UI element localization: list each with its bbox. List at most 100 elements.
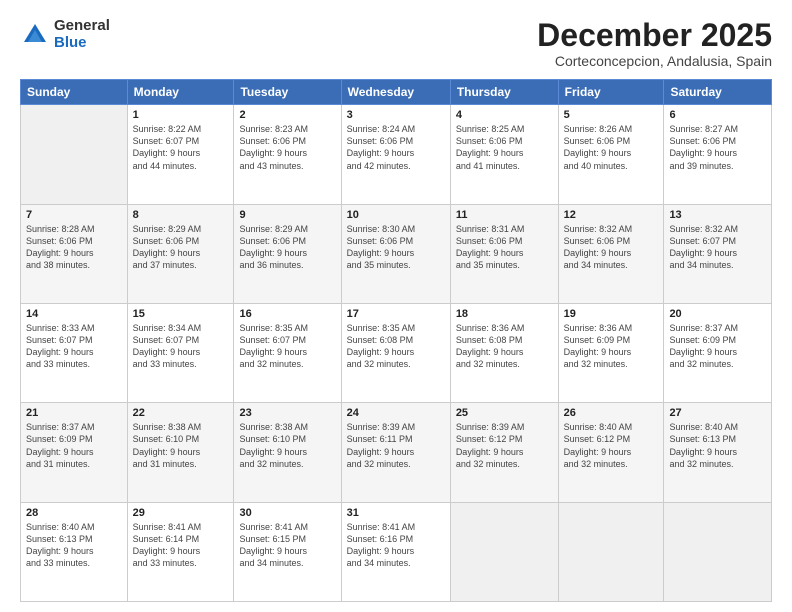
calendar-cell: 12 Sunrise: 8:32 AM Sunset: 6:06 PM Dayli… (558, 204, 664, 303)
column-header-thursday: Thursday (450, 80, 558, 105)
day-number: 30 (239, 507, 335, 519)
day-number: 6 (669, 109, 766, 121)
calendar-cell: 15 Sunrise: 8:34 AM Sunset: 6:07 PM Dayli… (127, 303, 234, 402)
day-number: 22 (133, 407, 229, 419)
day-number: 21 (26, 407, 122, 419)
calendar-cell: 8Sunrise: 8:29 AM Sunset: 6:06 PM Daylig… (127, 204, 234, 303)
column-header-sunday: Sunday (21, 80, 128, 105)
calendar-cell: 5 Sunrise: 8:26 AM Sunset: 6:06 PM Daylig… (558, 105, 664, 204)
day-info: Sunrise: 8:24 AM Sunset: 6:06 PM Dayligh… (347, 123, 445, 172)
calendar-cell: 17 Sunrise: 8:35 AM Sunset: 6:08 PM Dayli… (341, 303, 450, 402)
column-header-monday: Monday (127, 80, 234, 105)
header: General Blue December 2025 Corteconcepci… (20, 18, 772, 69)
day-number: 2 (239, 109, 335, 121)
day-info: Sunrise: 8:41 AM Sunset: 6:14 PM Dayligh… (133, 521, 229, 570)
day-number: 20 (669, 308, 766, 320)
day-number: 11 (456, 209, 553, 221)
calendar-cell: 22 Sunrise: 8:38 AM Sunset: 6:10 PM Dayli… (127, 403, 234, 502)
calendar-cell: 23Sunrise: 8:38 AM Sunset: 6:10 PM Dayli… (234, 403, 341, 502)
calendar-cell: 30Sunrise: 8:41 AM Sunset: 6:15 PM Dayli… (234, 502, 341, 601)
day-number: 15 (133, 308, 229, 320)
calendar-header-row: SundayMondayTuesdayWednesdayThursdayFrid… (21, 80, 772, 105)
day-info: Sunrise: 8:28 AM Sunset: 6:06 PM Dayligh… (26, 223, 122, 272)
calendar-cell: 20 Sunrise: 8:37 AM Sunset: 6:09 PM Dayli… (664, 303, 772, 402)
calendar-cell: 29 Sunrise: 8:41 AM Sunset: 6:14 PM Dayli… (127, 502, 234, 601)
day-number: 17 (347, 308, 445, 320)
day-info: Sunrise: 8:31 AM Sunset: 6:06 PM Dayligh… (456, 223, 553, 272)
day-info: Sunrise: 8:23 AM Sunset: 6:06 PM Dayligh… (239, 123, 335, 172)
day-number: 25 (456, 407, 553, 419)
calendar-cell: 25 Sunrise: 8:39 AM Sunset: 6:12 PM Dayli… (450, 403, 558, 502)
column-header-wednesday: Wednesday (341, 80, 450, 105)
day-info: Sunrise: 8:27 AM Sunset: 6:06 PM Dayligh… (669, 123, 766, 172)
calendar-cell: 24 Sunrise: 8:39 AM Sunset: 6:11 PM Dayli… (341, 403, 450, 502)
main-title: December 2025 (537, 18, 772, 53)
day-info: Sunrise: 8:35 AM Sunset: 6:08 PM Dayligh… (347, 322, 445, 371)
day-info: Sunrise: 8:22 AM Sunset: 6:07 PM Dayligh… (133, 123, 229, 172)
day-info: Sunrise: 8:34 AM Sunset: 6:07 PM Dayligh… (133, 322, 229, 371)
logo-icon (20, 20, 50, 50)
calendar-cell: 2 Sunrise: 8:23 AM Sunset: 6:06 PM Daylig… (234, 105, 341, 204)
calendar-cell: 13Sunrise: 8:32 AM Sunset: 6:07 PM Dayli… (664, 204, 772, 303)
day-number: 24 (347, 407, 445, 419)
calendar-cell: 11 Sunrise: 8:31 AM Sunset: 6:06 PM Dayli… (450, 204, 558, 303)
day-info: Sunrise: 8:35 AM Sunset: 6:07 PM Dayligh… (239, 322, 335, 371)
week-row-3: 14 Sunrise: 8:33 AM Sunset: 6:07 PM Dayli… (21, 303, 772, 402)
week-row-4: 21 Sunrise: 8:37 AM Sunset: 6:09 PM Dayli… (21, 403, 772, 502)
day-info: Sunrise: 8:39 AM Sunset: 6:12 PM Dayligh… (456, 421, 553, 470)
column-header-tuesday: Tuesday (234, 80, 341, 105)
calendar-cell: 28 Sunrise: 8:40 AM Sunset: 6:13 PM Dayli… (21, 502, 128, 601)
day-info: Sunrise: 8:29 AM Sunset: 6:06 PM Dayligh… (133, 223, 229, 272)
calendar-cell: 26 Sunrise: 8:40 AM Sunset: 6:12 PM Dayli… (558, 403, 664, 502)
day-number: 26 (564, 407, 659, 419)
week-row-5: 28 Sunrise: 8:40 AM Sunset: 6:13 PM Dayli… (21, 502, 772, 601)
title-block: December 2025 Corteconcepcion, Andalusia… (537, 18, 772, 69)
calendar-cell: 18Sunrise: 8:36 AM Sunset: 6:08 PM Dayli… (450, 303, 558, 402)
day-info: Sunrise: 8:36 AM Sunset: 6:09 PM Dayligh… (564, 322, 659, 371)
day-info: Sunrise: 8:41 AM Sunset: 6:16 PM Dayligh… (347, 521, 445, 570)
day-info: Sunrise: 8:40 AM Sunset: 6:13 PM Dayligh… (26, 521, 122, 570)
day-number: 12 (564, 209, 659, 221)
day-number: 28 (26, 507, 122, 519)
calendar-cell: 31 Sunrise: 8:41 AM Sunset: 6:16 PM Dayli… (341, 502, 450, 601)
calendar-cell: 19Sunrise: 8:36 AM Sunset: 6:09 PM Dayli… (558, 303, 664, 402)
day-info: Sunrise: 8:37 AM Sunset: 6:09 PM Dayligh… (26, 421, 122, 470)
calendar-cell: 1Sunrise: 8:22 AM Sunset: 6:07 PM Daylig… (127, 105, 234, 204)
calendar-cell: 9 Sunrise: 8:29 AM Sunset: 6:06 PM Daylig… (234, 204, 341, 303)
day-number: 7 (26, 209, 122, 221)
calendar-cell (450, 502, 558, 601)
day-info: Sunrise: 8:38 AM Sunset: 6:10 PM Dayligh… (133, 421, 229, 470)
calendar-cell (558, 502, 664, 601)
day-info: Sunrise: 8:39 AM Sunset: 6:11 PM Dayligh… (347, 421, 445, 470)
calendar-cell: 3Sunrise: 8:24 AM Sunset: 6:06 PM Daylig… (341, 105, 450, 204)
day-info: Sunrise: 8:36 AM Sunset: 6:08 PM Dayligh… (456, 322, 553, 371)
week-row-2: 7 Sunrise: 8:28 AM Sunset: 6:06 PM Daylig… (21, 204, 772, 303)
calendar-cell: 6 Sunrise: 8:27 AM Sunset: 6:06 PM Daylig… (664, 105, 772, 204)
calendar-cell (664, 502, 772, 601)
day-number: 31 (347, 507, 445, 519)
calendar-cell: 4Sunrise: 8:25 AM Sunset: 6:06 PM Daylig… (450, 105, 558, 204)
calendar-cell (21, 105, 128, 204)
calendar: SundayMondayTuesdayWednesdayThursdayFrid… (20, 79, 772, 602)
day-info: Sunrise: 8:26 AM Sunset: 6:06 PM Dayligh… (564, 123, 659, 172)
day-info: Sunrise: 8:29 AM Sunset: 6:06 PM Dayligh… (239, 223, 335, 272)
day-info: Sunrise: 8:40 AM Sunset: 6:12 PM Dayligh… (564, 421, 659, 470)
day-info: Sunrise: 8:32 AM Sunset: 6:07 PM Dayligh… (669, 223, 766, 272)
day-number: 9 (239, 209, 335, 221)
column-header-friday: Friday (558, 80, 664, 105)
day-number: 14 (26, 308, 122, 320)
day-info: Sunrise: 8:38 AM Sunset: 6:10 PM Dayligh… (239, 421, 335, 470)
calendar-cell: 7 Sunrise: 8:28 AM Sunset: 6:06 PM Daylig… (21, 204, 128, 303)
day-info: Sunrise: 8:32 AM Sunset: 6:06 PM Dayligh… (564, 223, 659, 272)
day-info: Sunrise: 8:37 AM Sunset: 6:09 PM Dayligh… (669, 322, 766, 371)
calendar-cell: 16Sunrise: 8:35 AM Sunset: 6:07 PM Dayli… (234, 303, 341, 402)
day-info: Sunrise: 8:33 AM Sunset: 6:07 PM Dayligh… (26, 322, 122, 371)
calendar-cell: 14 Sunrise: 8:33 AM Sunset: 6:07 PM Dayli… (21, 303, 128, 402)
column-header-saturday: Saturday (664, 80, 772, 105)
day-number: 29 (133, 507, 229, 519)
day-number: 10 (347, 209, 445, 221)
day-info: Sunrise: 8:30 AM Sunset: 6:06 PM Dayligh… (347, 223, 445, 272)
day-number: 5 (564, 109, 659, 121)
day-number: 4 (456, 109, 553, 121)
calendar-cell: 27Sunrise: 8:40 AM Sunset: 6:13 PM Dayli… (664, 403, 772, 502)
